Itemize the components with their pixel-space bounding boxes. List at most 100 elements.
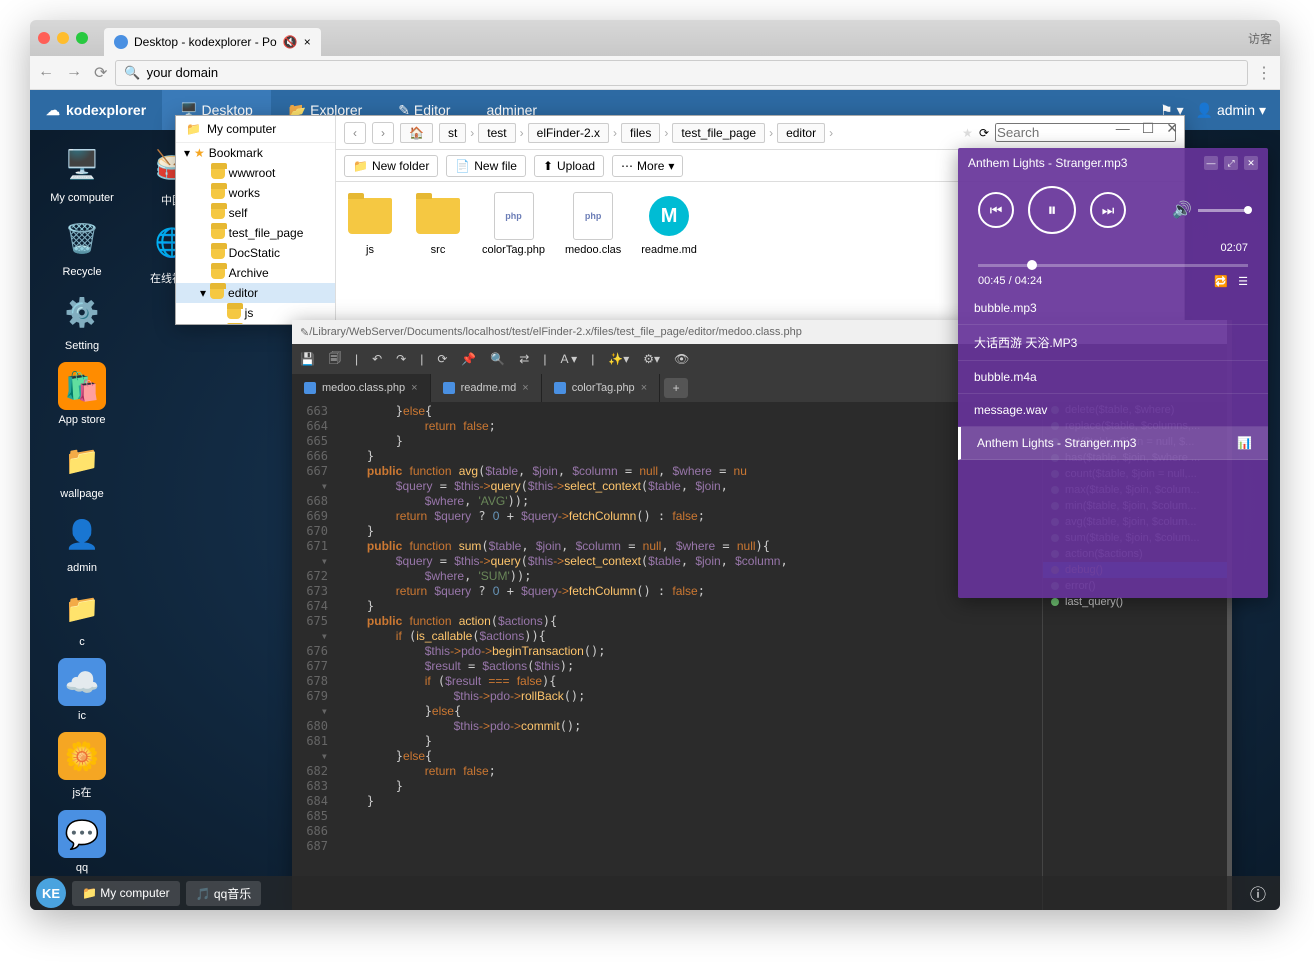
playlist-item[interactable]: bubble.mp3 <box>958 292 1268 325</box>
home-crumb[interactable]: 🏠 <box>400 123 433 143</box>
volume-slider[interactable] <box>1198 209 1248 212</box>
editor-tab[interactable]: colorTag.php× <box>542 374 660 402</box>
add-tab-button[interactable]: + <box>664 378 688 398</box>
refresh-icon[interactable]: ⟳ <box>437 352 447 366</box>
user-menu[interactable]: 👤 admin ▾ <box>1196 102 1266 119</box>
start-button[interactable]: KE <box>36 878 66 908</box>
playlist-item[interactable]: 大话西游 天浴.MP3 <box>958 325 1268 361</box>
file-item[interactable]: phpmedoo.clas <box>565 192 621 314</box>
mute-icon[interactable]: 🔇 <box>283 35 298 49</box>
nav-back[interactable]: ‹ <box>344 122 366 144</box>
win-min-icon[interactable]: — <box>1116 120 1130 137</box>
taskbar-item[interactable]: 🎵 qq音乐 <box>186 881 262 906</box>
crumb[interactable]: st <box>439 123 466 143</box>
editor-tab[interactable]: medoo.class.php× <box>292 374 431 402</box>
progress-slider[interactable] <box>978 264 1248 267</box>
pause-button[interactable]: ⏸ <box>1028 186 1076 234</box>
forward-button[interactable]: → <box>66 63 82 83</box>
taskbar: KE 📁 My computer🎵 qq音乐 ⓘ <box>30 876 1280 910</box>
file-item[interactable]: js <box>346 192 394 314</box>
save-all-icon[interactable]: 🗐 <box>329 349 341 370</box>
search-icon[interactable]: 🔍 <box>490 352 505 366</box>
win-max-icon[interactable]: ☐ <box>1142 120 1155 137</box>
playlist-item[interactable]: message.wav <box>958 394 1268 427</box>
eye-icon[interactable]: 👁 <box>674 352 689 366</box>
tree-item[interactable]: self <box>176 203 335 223</box>
new-file-button[interactable]: 📄 New file <box>446 155 526 177</box>
file-item[interactable]: src <box>414 192 462 314</box>
pin-icon[interactable]: 📌 <box>461 352 476 366</box>
playlist-icon[interactable]: ☰ <box>1238 275 1248 288</box>
new-folder-button[interactable]: 📁 New folder <box>344 155 438 177</box>
brand[interactable]: ☁ kodexplorer <box>30 102 162 119</box>
crumb[interactable]: test <box>478 123 515 143</box>
search-icon: 🔍 <box>124 65 140 81</box>
tree-item[interactable]: works <box>176 183 335 203</box>
maximize-window[interactable] <box>76 32 88 44</box>
desktop-icon-qq[interactable]: 💬qq <box>42 810 122 874</box>
save-icon[interactable]: 💾 <box>300 352 315 366</box>
next-button[interactable]: ⏭ <box>1090 192 1126 228</box>
code-area[interactable]: }else{ return false; } } public function… <box>334 402 1042 910</box>
url-bar: ← → ⟳ 🔍 your domain ⋮ <box>30 56 1280 90</box>
player-close-icon[interactable]: ✕ <box>1244 156 1258 170</box>
crumb[interactable]: elFinder-2.x <box>528 123 609 143</box>
playlist-item[interactable]: bubble.m4a <box>958 361 1268 394</box>
gear-icon[interactable]: ⚙▾ <box>643 352 660 366</box>
playlist-item[interactable]: Anthem Lights - Stranger.mp3📊 <box>958 427 1268 460</box>
crumb[interactable]: files <box>621 123 660 143</box>
taskbar-item[interactable]: 📁 My computer <box>72 881 180 906</box>
repeat-icon[interactable]: 🔁 <box>1214 275 1228 288</box>
tree-item[interactable]: ▾ ★ Bookmark <box>176 143 335 163</box>
desktop-icon-Setting[interactable]: ⚙️Setting <box>42 288 122 352</box>
url-input[interactable]: 🔍 your domain <box>115 60 1248 86</box>
font-icon[interactable]: A ▾ <box>560 352 577 366</box>
desktop-icon-admin[interactable]: 👤admin <box>42 510 122 574</box>
desktop-icon-App store[interactable]: 🛍️App store <box>42 362 122 426</box>
tree-item[interactable]: Archive <box>176 263 335 283</box>
nav-fwd[interactable]: › <box>372 122 394 144</box>
tab-close-icon[interactable]: × <box>522 382 528 394</box>
time-remaining: 02:07 <box>958 242 1268 254</box>
desktop-icon-wallpage[interactable]: 📁wallpage <box>42 436 122 500</box>
editor-tab[interactable]: readme.md× <box>431 374 542 402</box>
shuffle-icon[interactable]: ⇄ <box>519 352 529 366</box>
wand-icon[interactable]: ✨▾ <box>608 352 629 366</box>
undo-icon[interactable]: ↶ <box>372 352 382 366</box>
desktop-icon-Recycle[interactable]: 🗑️Recycle <box>42 214 122 278</box>
close-window[interactable] <box>38 32 50 44</box>
win-close-icon[interactable]: ✕ <box>1166 120 1178 137</box>
desktop-icon-My computer[interactable]: 🖥️My computer <box>42 140 122 204</box>
prev-button[interactable]: ⏮ <box>978 192 1014 228</box>
file-item[interactable]: phpcolorTag.php <box>482 192 545 314</box>
tree-item[interactable]: DocStatic <box>176 243 335 263</box>
window-traffic-lights[interactable] <box>38 32 88 44</box>
guest-label: 访客 <box>1248 30 1272 47</box>
refresh-icon[interactable]: ⟳ <box>979 126 989 140</box>
more-button[interactable]: ⋯ More ▾ <box>612 155 683 177</box>
desktop-icon-js在[interactable]: 🌼js在 <box>42 732 122 800</box>
upload-button[interactable]: ⬆ Upload <box>534 155 604 177</box>
volume-icon[interactable]: 🔊 <box>1172 200 1192 220</box>
tree-item[interactable]: ▾ editor <box>176 283 335 303</box>
back-button[interactable]: ← <box>38 63 54 83</box>
player-expand-icon[interactable]: ⤢ <box>1224 156 1238 170</box>
desktop-icon-c[interactable]: 📁c <box>42 584 122 648</box>
reload-button[interactable]: ⟳ <box>94 63 107 83</box>
redo-icon[interactable]: ↷ <box>396 352 406 366</box>
desktop-icon-ic[interactable]: ☁️ic <box>42 658 122 722</box>
tree-item[interactable]: wwwroot <box>176 163 335 183</box>
tab-close-icon[interactable]: × <box>304 35 311 49</box>
tab-close-icon[interactable]: × <box>641 382 647 394</box>
minimize-window[interactable] <box>57 32 69 44</box>
info-icon[interactable]: ⓘ <box>1250 881 1266 905</box>
player-min-icon[interactable]: — <box>1204 156 1218 170</box>
file-item[interactable]: Mreadme.md <box>641 192 697 314</box>
crumb[interactable]: test_file_page <box>672 123 765 143</box>
browser-menu-icon[interactable]: ⋮ <box>1256 63 1272 83</box>
star-icon[interactable]: ★ <box>962 126 973 140</box>
tab-close-icon[interactable]: × <box>411 382 417 394</box>
crumb[interactable]: editor <box>777 123 825 143</box>
browser-tab[interactable]: Desktop - kodexplorer - Po 🔇 × <box>104 28 321 56</box>
tree-item[interactable]: test_file_page <box>176 223 335 243</box>
